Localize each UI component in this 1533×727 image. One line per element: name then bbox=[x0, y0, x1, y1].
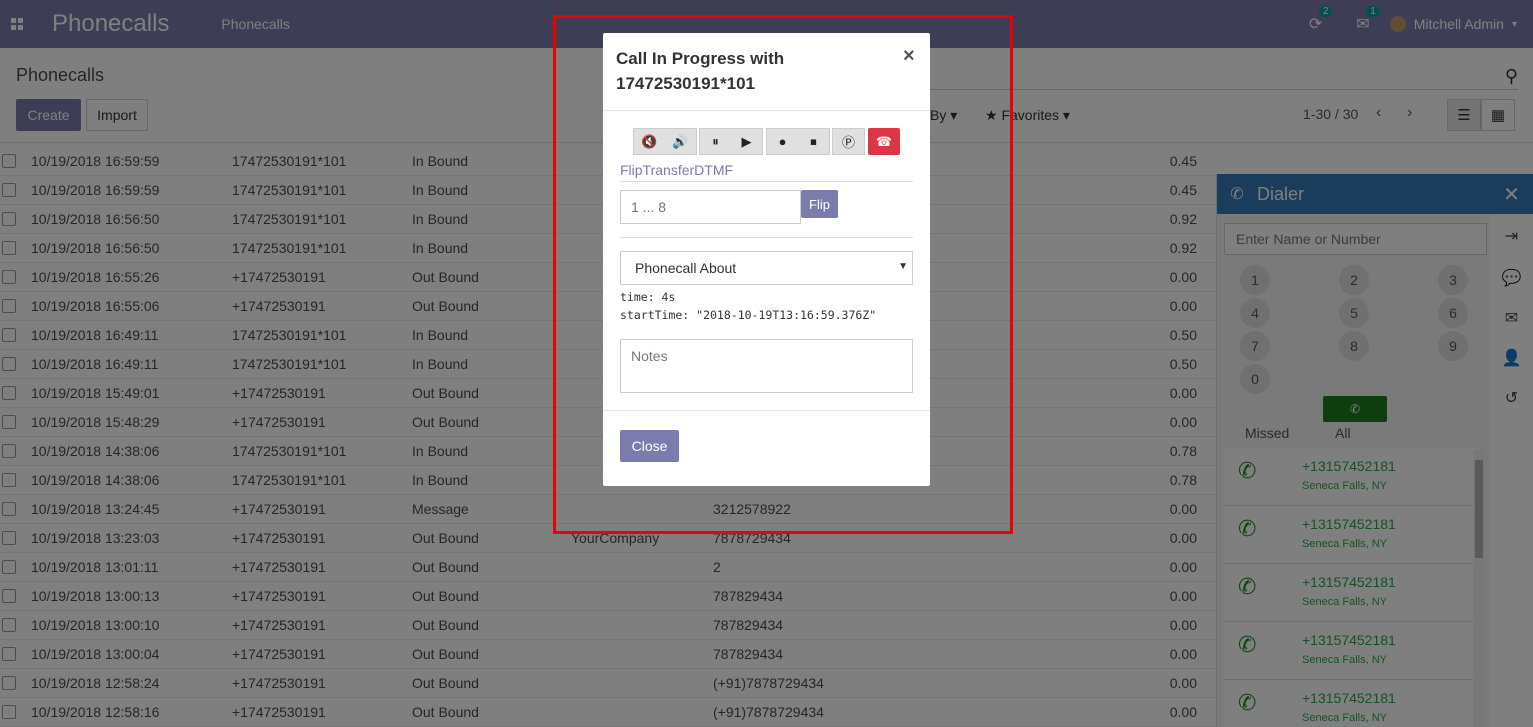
highlight-box bbox=[553, 15, 1013, 534]
